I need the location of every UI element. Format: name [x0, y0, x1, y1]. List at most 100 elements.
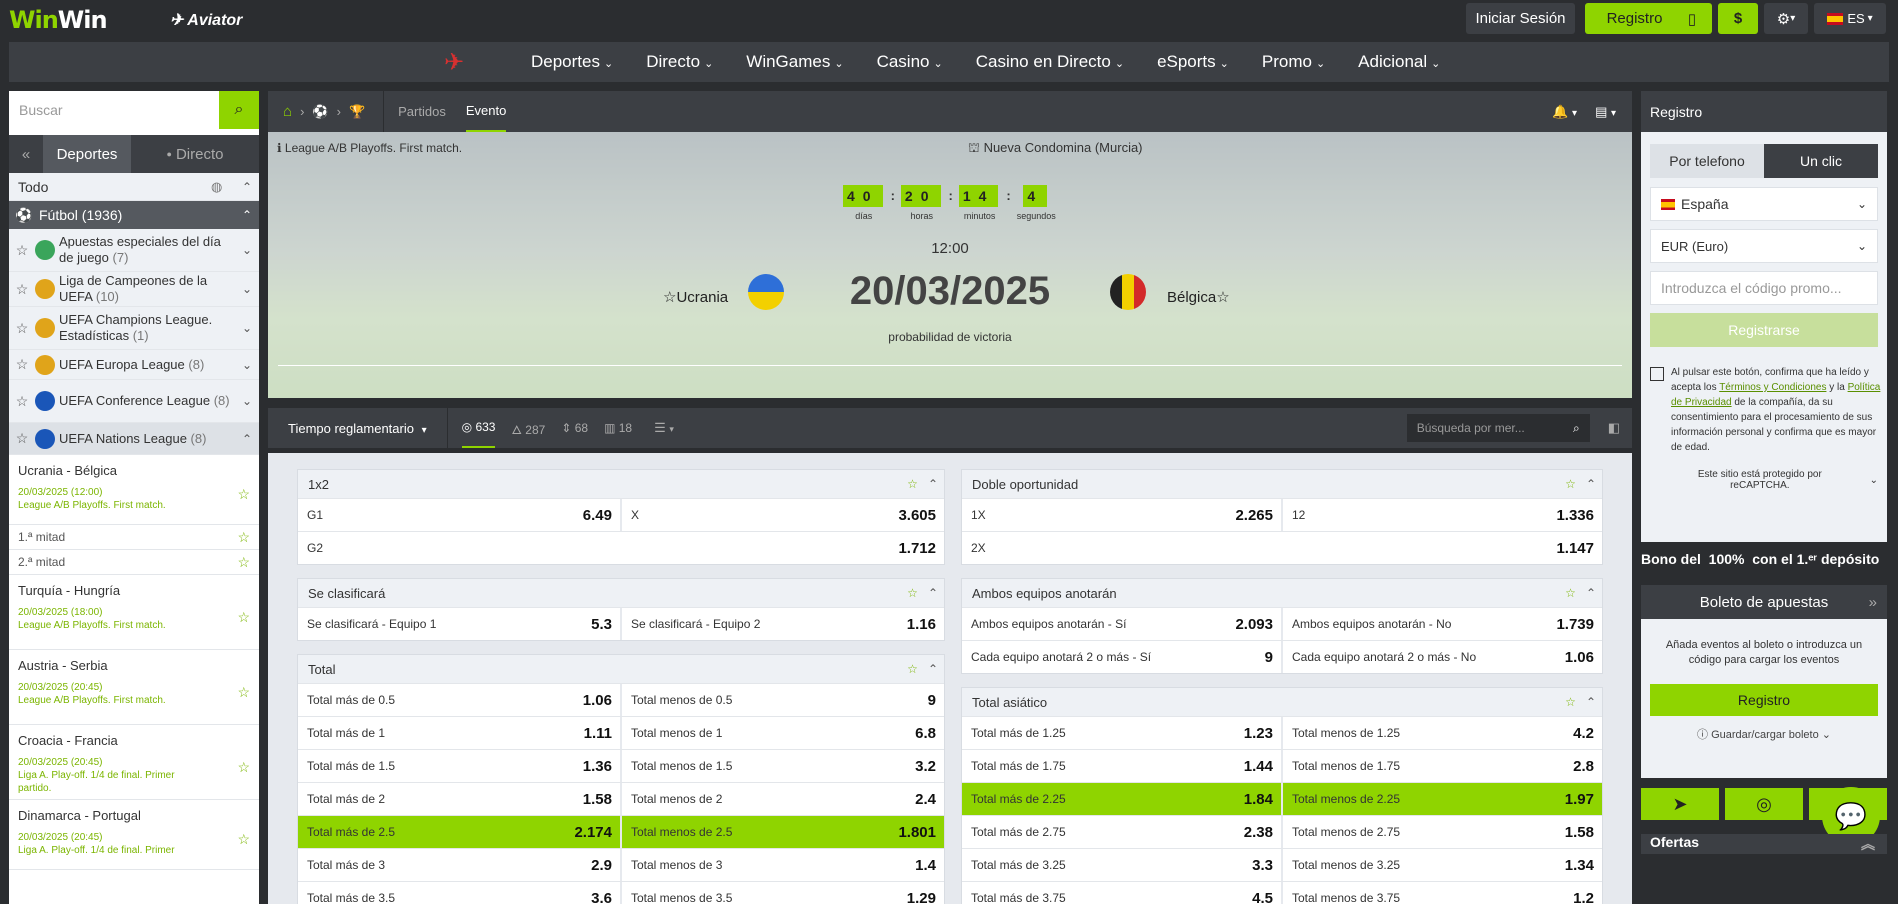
odds-button[interactable]: 2X 1.147 — [962, 532, 1602, 564]
aviator-link[interactable]: ✈ Aviator — [170, 10, 242, 30]
filter-all-row[interactable]: Todo ◍ ⌃ — [9, 173, 259, 201]
odds-button[interactable]: Total más de 2 1.58 — [298, 783, 622, 815]
match-item[interactable]: Croacia - Francia 20/03/2025 (20:45) Liga… — [9, 725, 259, 800]
home-icon[interactable]: ⌂ — [283, 103, 292, 120]
tab-phone[interactable]: Por telefono — [1650, 144, 1764, 178]
odds-button[interactable]: Total menos de 1 6.8 — [622, 717, 944, 749]
chevron-icon[interactable]: ⌄ — [235, 394, 259, 408]
odds-button[interactable]: X 3.605 — [622, 499, 944, 531]
nav-item[interactable]: Deportes ⌄ — [531, 52, 613, 72]
match-item[interactable]: 2.ª mitad ☆ — [9, 550, 259, 575]
market-header[interactable]: Total asiático ☆ ⌃ — [962, 688, 1602, 716]
save-load-betslip[interactable]: ⓘ Guardar/cargar boleto ⌄ — [1641, 726, 1887, 742]
market-header[interactable]: Ambos equipos anotarán ☆ ⌃ — [962, 579, 1602, 607]
favorite-star-icon[interactable]: ☆ — [237, 609, 250, 626]
odds-button[interactable]: Total menos de 2.75 1.58 — [1283, 816, 1602, 848]
football-icon[interactable]: ⚽ — [312, 104, 328, 120]
chevron-up-icon[interactable]: ⌃ — [928, 477, 938, 491]
betslip-register-button[interactable]: Registro — [1650, 684, 1878, 716]
tab-sports[interactable]: Deportes — [43, 135, 131, 173]
odds-button[interactable]: Total menos de 2 2.4 — [622, 783, 944, 815]
deposit-button[interactable]: $ — [1718, 3, 1758, 34]
nav-item[interactable]: Promo ⌄ — [1262, 52, 1325, 72]
odds-button[interactable]: Se clasificará - Equipo 1 5.3 — [298, 608, 622, 640]
chevron-down-icon[interactable]: ⌄ — [1870, 475, 1878, 486]
nav-item[interactable]: Casino ⌄ — [877, 52, 943, 72]
favorite-star-icon[interactable]: ☆ — [663, 289, 676, 306]
league-row[interactable]: ☆ UEFA Europa League (8) ⌄ — [9, 350, 259, 380]
odds-button[interactable]: 12 1.336 — [1283, 499, 1602, 531]
chevron-icon[interactable]: ⌄ — [235, 282, 259, 296]
chevron-icon[interactable]: ⌄ — [235, 358, 259, 372]
market-header[interactable]: Total ☆ ⌃ — [298, 655, 944, 683]
away-team[interactable]: Bélgica☆ — [1167, 288, 1230, 306]
odds-button[interactable]: Ambos equipos anotarán - No 1.739 — [1283, 608, 1602, 640]
league-row[interactable]: ☆ Liga de Campeones de la UEFA (10) ⌄ — [9, 272, 259, 307]
odds-button[interactable]: Total más de 3.75 4.5 — [962, 882, 1283, 904]
favorite-star-icon[interactable]: ☆ — [237, 529, 250, 546]
chevron-up-icon[interactable]: ⌃ — [928, 586, 938, 600]
layout-toggle-icon[interactable]: ◧ — [1608, 420, 1620, 436]
all-markets-tab[interactable]: ◎ 633 — [461, 408, 496, 448]
favorite-star-icon[interactable]: ☆ — [9, 430, 35, 447]
odds-button[interactable]: Cada equipo anotará 2 o más - Sí 9 — [962, 641, 1283, 673]
league-row[interactable]: ☆ UEFA Conference League (8) ⌄ — [9, 380, 259, 423]
popular-markets-tab[interactable]: 🜂 287 — [511, 416, 545, 441]
tab-matches[interactable]: Partidos — [398, 104, 446, 119]
odds-button[interactable]: Total más de 3 2.9 — [298, 849, 622, 881]
odds-button[interactable]: Total menos de 1.25 4.2 — [1283, 717, 1602, 749]
odds-button[interactable]: Total menos de 3.75 1.2 — [1283, 882, 1602, 904]
nav-item[interactable]: eSports ⌄ — [1157, 52, 1229, 72]
odds-button[interactable]: Total más de 1.25 1.23 — [962, 717, 1283, 749]
tab-live[interactable]: ● Directo — [131, 135, 259, 173]
odds-button[interactable]: Total más de 3.25 3.3 — [962, 849, 1283, 881]
odds-button[interactable]: Total más de 2.75 2.38 — [962, 816, 1283, 848]
match-item[interactable]: Austria - Serbia 20/03/2025 (20:45) Leagu… — [9, 650, 259, 725]
odds-button[interactable]: Total menos de 0.5 9 — [622, 684, 944, 716]
market-search-input[interactable]: Búsqueda por mer... ⌕ — [1406, 414, 1590, 442]
favorite-star-icon[interactable]: ☆ — [1565, 695, 1576, 709]
sport-football-row[interactable]: ⚽ Fútbol (1936) ⌃ — [9, 201, 259, 229]
favorite-star-icon[interactable]: ☆ — [1216, 289, 1229, 306]
odds-button[interactable]: Total menos de 1.75 2.8 — [1283, 750, 1602, 782]
tab-one-click[interactable]: Un clic — [1764, 144, 1878, 178]
odds-button[interactable]: Total menos de 2.5 1.801 — [622, 816, 944, 848]
odds-button[interactable]: Total más de 3.5 3.6 — [298, 882, 622, 904]
terms-checkbox[interactable] — [1650, 367, 1664, 381]
notifications-bell-icon[interactable]: 🔔 ▾ — [1552, 104, 1577, 120]
settings-gear-icon[interactable]: ⚙ ▾ — [1764, 3, 1808, 34]
odds-button[interactable]: Total menos de 2.25 1.97 — [1283, 783, 1602, 815]
favorite-star-icon[interactable]: ☆ — [9, 356, 35, 373]
chevron-up-icon[interactable]: ⌃ — [1586, 477, 1596, 491]
league-row[interactable]: ☆ UEFA Champions League. Estadísticas (1)… — [9, 307, 259, 350]
odds-button[interactable]: G1 6.49 — [298, 499, 622, 531]
odds-button[interactable]: Total menos de 3.5 1.29 — [622, 882, 944, 904]
list-view-icon[interactable]: ☰ ▾ — [654, 420, 674, 436]
promo-code-input[interactable]: Introduzca el código promo... — [1650, 271, 1878, 305]
favorite-star-icon[interactable]: ☆ — [9, 242, 35, 259]
chevron-icon[interactable]: ⌄ — [235, 321, 259, 335]
match-item[interactable]: Ucrania - Bélgica 20/03/2025 (12:00) Leag… — [9, 455, 259, 525]
odds-button[interactable]: Cada equipo anotará 2 o más - No 1.06 — [1283, 641, 1602, 673]
market-header[interactable]: Se clasificará ☆ ⌃ — [298, 579, 944, 607]
collapse-sidebar-icon[interactable]: « — [9, 135, 43, 173]
odds-button[interactable]: Total menos de 1.5 3.2 — [622, 750, 944, 782]
chevron-up-icon[interactable]: ⌃ — [1586, 695, 1596, 709]
favorite-star-icon[interactable]: ☆ — [1565, 477, 1576, 491]
tab-event[interactable]: Evento — [465, 91, 507, 132]
bonus-banner[interactable]: Bono del 100% con el 1.ᵉʳ depósito — [1641, 551, 1887, 573]
register-submit-button[interactable]: Registrarse — [1650, 313, 1878, 347]
terms-link[interactable]: Términos y Condiciones — [1719, 382, 1826, 393]
league-row[interactable]: ☆ UEFA Nations League (8) ⌃ — [9, 423, 259, 455]
market-header[interactable]: Doble oportunidad ☆ ⌃ — [962, 470, 1602, 498]
country-select[interactable]: España ⌄ — [1650, 187, 1878, 221]
favorite-star-icon[interactable]: ☆ — [237, 684, 250, 701]
odds-button[interactable]: Total más de 1.5 1.36 — [298, 750, 622, 782]
mobile-icon[interactable]: ▯ — [1672, 3, 1712, 34]
odds-button[interactable]: Ambos equipos anotarán - Sí 2.093 — [962, 608, 1283, 640]
currency-select[interactable]: EUR (Euro) ⌄ — [1650, 229, 1878, 263]
odds-button[interactable]: 1X 2.265 — [962, 499, 1283, 531]
favorite-star-icon[interactable]: ☆ — [9, 281, 35, 298]
nav-item[interactable]: WinGames ⌄ — [746, 52, 843, 72]
favorite-star-icon[interactable]: ☆ — [9, 393, 35, 410]
